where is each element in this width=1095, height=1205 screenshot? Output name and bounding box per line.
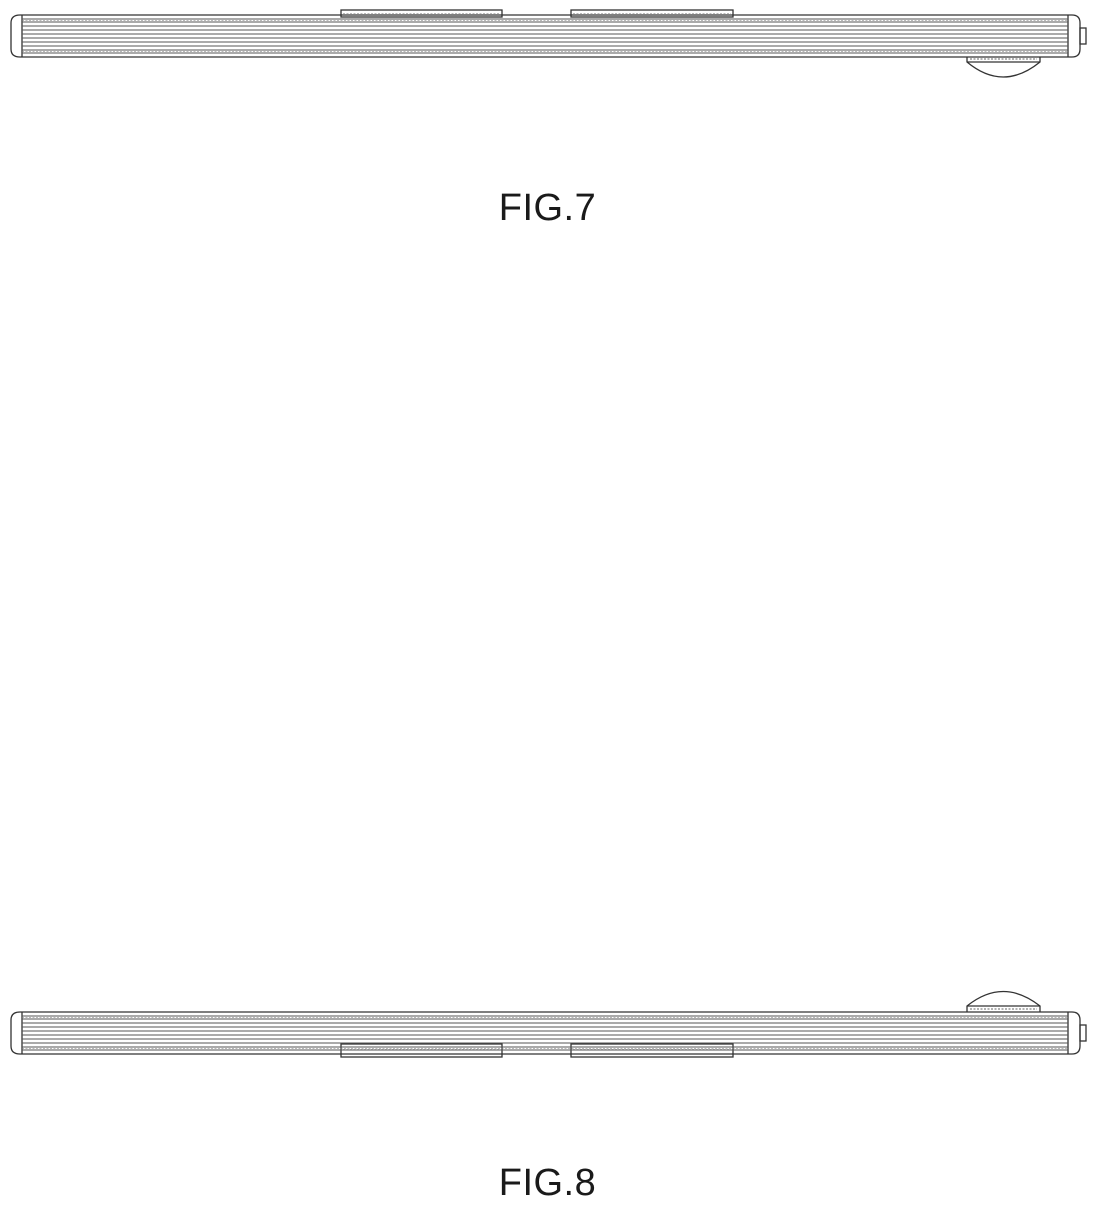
fig7-side-connector (1080, 28, 1086, 44)
figure-7: FIG.7 (0, 0, 1095, 240)
fig7-body-outline (11, 15, 1080, 57)
fig8-device-edge-view (0, 970, 1095, 1080)
fig7-caption: FIG.7 (0, 187, 1095, 230)
fig7-device-edge-view (0, 0, 1095, 110)
fig8-hatch-lines (22, 1018, 1068, 1050)
fig8-side-connector (1080, 1025, 1086, 1041)
fig7-body-stripes (22, 19, 1068, 53)
fig8-bottom-panel-right (571, 1044, 733, 1057)
fig8-caption: FIG.8 (0, 1162, 1095, 1205)
figure-8: FIG.8 (0, 970, 1095, 1202)
fig7-dome-button (967, 57, 1040, 77)
fig8-bottom-panel-left (341, 1044, 502, 1057)
fig8-dome-button (967, 992, 1040, 1013)
fig8-body-outline (11, 1012, 1080, 1054)
fig8-body-stripes (22, 1016, 1068, 1050)
